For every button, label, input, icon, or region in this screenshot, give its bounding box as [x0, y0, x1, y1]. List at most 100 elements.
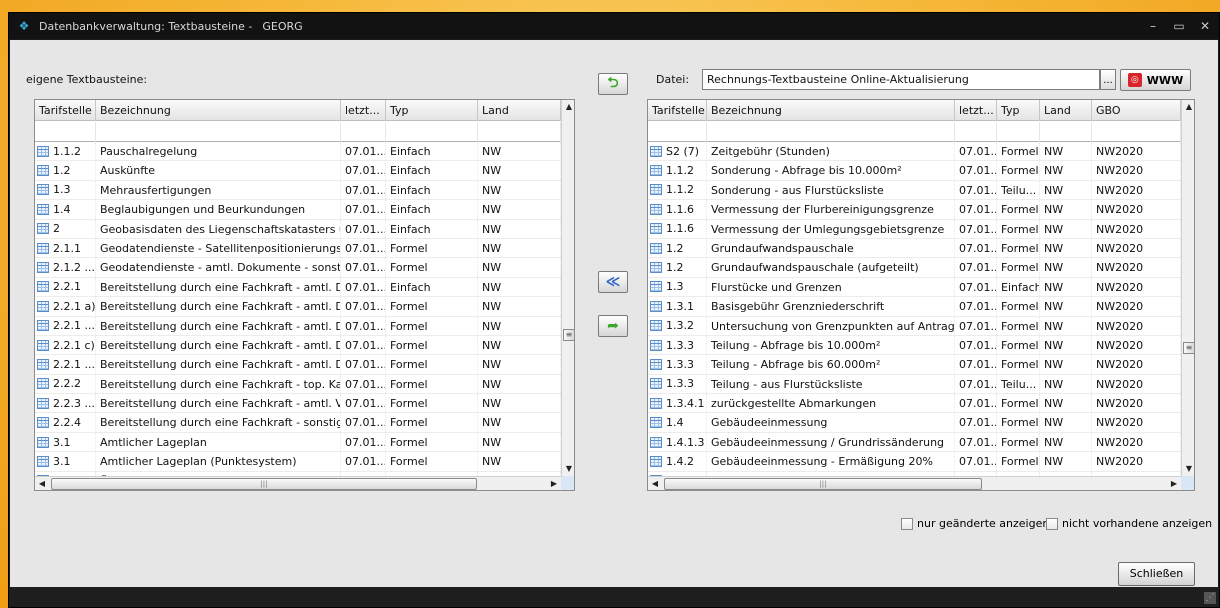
column-header[interactable]: Bezeichnung	[707, 100, 955, 121]
table-row[interactable]: 1.3.3 Teilung - Abfrage bis 10.000m² 07.01…	[648, 335, 1181, 356]
right-vscroll-thumb[interactable]: ≡	[1183, 342, 1194, 354]
transfer-left-button[interactable]: ≪	[598, 271, 628, 293]
column-header[interactable]: Land	[478, 100, 561, 121]
filter-cell[interactable]	[386, 122, 478, 142]
scroll-up-icon[interactable]: ▲	[562, 100, 574, 114]
table-row[interactable]: 1.2 Grundaufwandspauschale (aufgeteilt) 07…	[648, 258, 1181, 278]
table-cell: 2	[35, 219, 96, 238]
left-textbausteine-grid[interactable]: Tarifstelle Bezeichnung letzt... Typ Land 1.…	[34, 99, 575, 491]
minimize-icon[interactable]: –	[1147, 19, 1159, 33]
filter-cell[interactable]	[648, 122, 707, 142]
table-row[interactable]: 1.1.6 Vermessung der Flurbereinigungsgren…	[648, 200, 1181, 220]
left-grid-filter-row[interactable]	[35, 122, 561, 142]
table-row[interactable]: 1.3.1 Basisgebühr Grenzniederschrift 07.01…	[648, 297, 1181, 317]
right-horizontal-scrollbar[interactable]: ◀ ||| ▶	[648, 476, 1181, 490]
resize-grip-icon[interactable]: ⋰	[1204, 592, 1216, 604]
column-header[interactable]: Typ	[386, 100, 478, 121]
filter-cell[interactable]	[707, 122, 955, 142]
table-row[interactable]: S2 (7) Zeitgebühr (Stunden) 07.01... Formel…	[648, 142, 1181, 162]
scroll-up-icon[interactable]: ▲	[1182, 100, 1194, 114]
filter-cell[interactable]	[955, 122, 997, 142]
table-row[interactable]: 2.2.1 Bereitstellung durch eine Fachkraft…	[35, 277, 561, 298]
only-changed-checkbox[interactable]: nur geänderte anzeigen	[901, 517, 1049, 530]
filter-cell[interactable]	[997, 122, 1040, 142]
column-header[interactable]: Tarifstelle	[648, 100, 707, 121]
right-vertical-scrollbar[interactable]: ▲ ≡ ▼	[1181, 100, 1194, 476]
filter-cell[interactable]	[478, 122, 561, 142]
table-row[interactable]: 2.2.1 ... Bereitstellung durch eine Fachk…	[35, 355, 561, 375]
table-cell: 07.01...	[341, 413, 386, 432]
table-cell: 07.01...	[955, 200, 997, 219]
table-cell: 07.01...	[341, 452, 386, 471]
table-cell: 07.01...	[955, 180, 997, 200]
scroll-right-icon[interactable]: ▶	[1167, 477, 1181, 490]
column-header[interactable]: Bezeichnung	[96, 100, 341, 121]
table-row[interactable]: 1.3.3 Teilung - aus Flurstücksliste 07.01.…	[648, 374, 1181, 395]
filter-cell[interactable]	[1040, 122, 1092, 142]
table-row[interactable]: 2.1.2 ... Geodatendienste - amtl. Dokumen…	[35, 258, 561, 278]
right-hscroll-thumb[interactable]: |||	[664, 478, 982, 490]
table-row[interactable]: 1.4.1.3 Gebäudeeinmessung / Grundrissände…	[648, 432, 1181, 453]
scroll-down-icon[interactable]: ▼	[562, 462, 574, 476]
table-row[interactable]: 2.2.1 c) Bereitstellung durch eine Fachkr…	[35, 335, 561, 356]
table-row[interactable]: 1.2 Grundaufwandspauschale 07.01... Formel N…	[648, 238, 1181, 259]
column-header[interactable]: letzt...	[955, 100, 997, 121]
filter-cell[interactable]	[341, 122, 386, 142]
table-row[interactable]: 3.1 Amtlicher Lageplan (Punktesystem) 07.0…	[35, 452, 561, 472]
browse-file-button[interactable]: ...	[1100, 69, 1116, 90]
left-horizontal-scrollbar[interactable]: ◀ ||| ▶	[35, 476, 561, 490]
table-row[interactable]: 1.3.3 Teilung - Abfrage bis 60.000m² 07.01…	[648, 355, 1181, 375]
table-row[interactable]: 1.1.2 Pauschalregelung 07.01... Einfach NW	[35, 142, 561, 162]
left-vertical-scrollbar[interactable]: ▲ ≡ ▼	[561, 100, 574, 476]
table-icon	[650, 242, 662, 254]
right-grid-filter-row[interactable]	[648, 122, 1181, 142]
table-row[interactable]: 1.1.2 Sonderung - aus Flurstücksliste 07.0…	[648, 180, 1181, 201]
table-row[interactable]: 1.3.2 Untersuchung von Grenzpunkten auf A…	[648, 316, 1181, 336]
close-icon[interactable]: ✕	[1199, 19, 1211, 33]
not-present-checkbox[interactable]: nicht vorhandene anzeigen	[1046, 517, 1212, 530]
table-row[interactable]: 1.4 Gebäudeeinmessung 07.01... Formel NW NW20…	[648, 413, 1181, 433]
table-row[interactable]: 2.2.2 Bereitstellung durch eine Fachkraft…	[35, 374, 561, 395]
table-row[interactable]: 1.2 Auskünfte 07.01... Einfach NW	[35, 161, 561, 181]
www-button[interactable]: ◎ WWW	[1120, 69, 1191, 91]
column-header[interactable]: Tarifstelle	[35, 100, 96, 121]
transfer-right-button[interactable]: ⮌	[598, 73, 628, 95]
table-row[interactable]: 1.3 Flurstücke und Grenzen 07.01... Einfach…	[648, 277, 1181, 298]
table-row[interactable]: 2.2.3 ... Bereitstellung durch eine Fachk…	[35, 394, 561, 414]
filter-cell[interactable]	[1092, 122, 1181, 142]
file-input[interactable]: Rechnungs-Textbausteine Online-Aktualisi…	[702, 69, 1100, 90]
table-row[interactable]: 1.1.2 Sonderung - Abfrage bis 10.000m² 07.…	[648, 161, 1181, 181]
filter-cell[interactable]	[96, 122, 341, 142]
filter-cell[interactable]	[35, 122, 96, 142]
column-header[interactable]: Typ	[997, 100, 1040, 121]
scroll-left-icon[interactable]: ◀	[648, 477, 662, 490]
table-row[interactable]: 1.3.4.1 zurückgestellte Abmarkungen 07.01.…	[648, 394, 1181, 414]
column-header[interactable]: letzt...	[341, 100, 386, 121]
scroll-right-icon[interactable]: ▶	[547, 477, 561, 490]
table-cell: 2.2.1 ...	[35, 316, 96, 335]
table-row[interactable]: 2 Geobasisdaten des Liegenschaftskataster…	[35, 219, 561, 239]
table-row[interactable]: 2.2.1 a) Bereitstellung durch eine Fachkr…	[35, 297, 561, 317]
table-row[interactable]: 2.2.4 Bereitstellung durch eine Fachkraft…	[35, 413, 561, 433]
right-textbausteine-grid[interactable]: Tarifstelle Bezeichnung letzt... Typ Land GBO…	[647, 99, 1195, 491]
scroll-down-icon[interactable]: ▼	[1182, 462, 1194, 476]
checkbox-box[interactable]	[1046, 517, 1058, 530]
table-row[interactable]: 3.1 Amtlicher Lageplan 07.01... Formel NW	[35, 432, 561, 453]
column-header[interactable]: Land	[1040, 100, 1092, 121]
table-row[interactable]: 1.4.2 Gebäudeeinmessung - Ermäßigung 20% 0…	[648, 452, 1181, 472]
table-row[interactable]: 2.1.1 Geodatendienste - Satellitenpositio…	[35, 238, 561, 259]
column-header[interactable]: GBO	[1092, 100, 1181, 121]
maximize-icon[interactable]: ▭	[1173, 19, 1185, 33]
table-row[interactable]: 2.2.1 ... Bereitstellung durch eine Fachk…	[35, 316, 561, 336]
left-hscroll-thumb[interactable]: |||	[51, 478, 477, 490]
close-button[interactable]: Schließen	[1118, 562, 1195, 586]
scroll-left-icon[interactable]: ◀	[35, 477, 49, 490]
checkbox-box[interactable]	[901, 517, 913, 530]
table-cell: Gebäudeeinmessung / Grundrissänderung	[707, 432, 955, 452]
left-vscroll-thumb[interactable]: ≡	[563, 329, 574, 341]
table-row[interactable]: 1.3 Mehrausfertigungen 07.01... Einfach NW	[35, 180, 561, 201]
sync-button[interactable]: ➦	[598, 315, 628, 337]
table-row[interactable]: 1.1.6 Vermessung der Umlegungsgebietsgren…	[648, 219, 1181, 239]
table-cell: NW2020	[1092, 374, 1181, 394]
table-row[interactable]: 1.4 Beglaubigungen und Beurkundungen 07.01…	[35, 200, 561, 220]
